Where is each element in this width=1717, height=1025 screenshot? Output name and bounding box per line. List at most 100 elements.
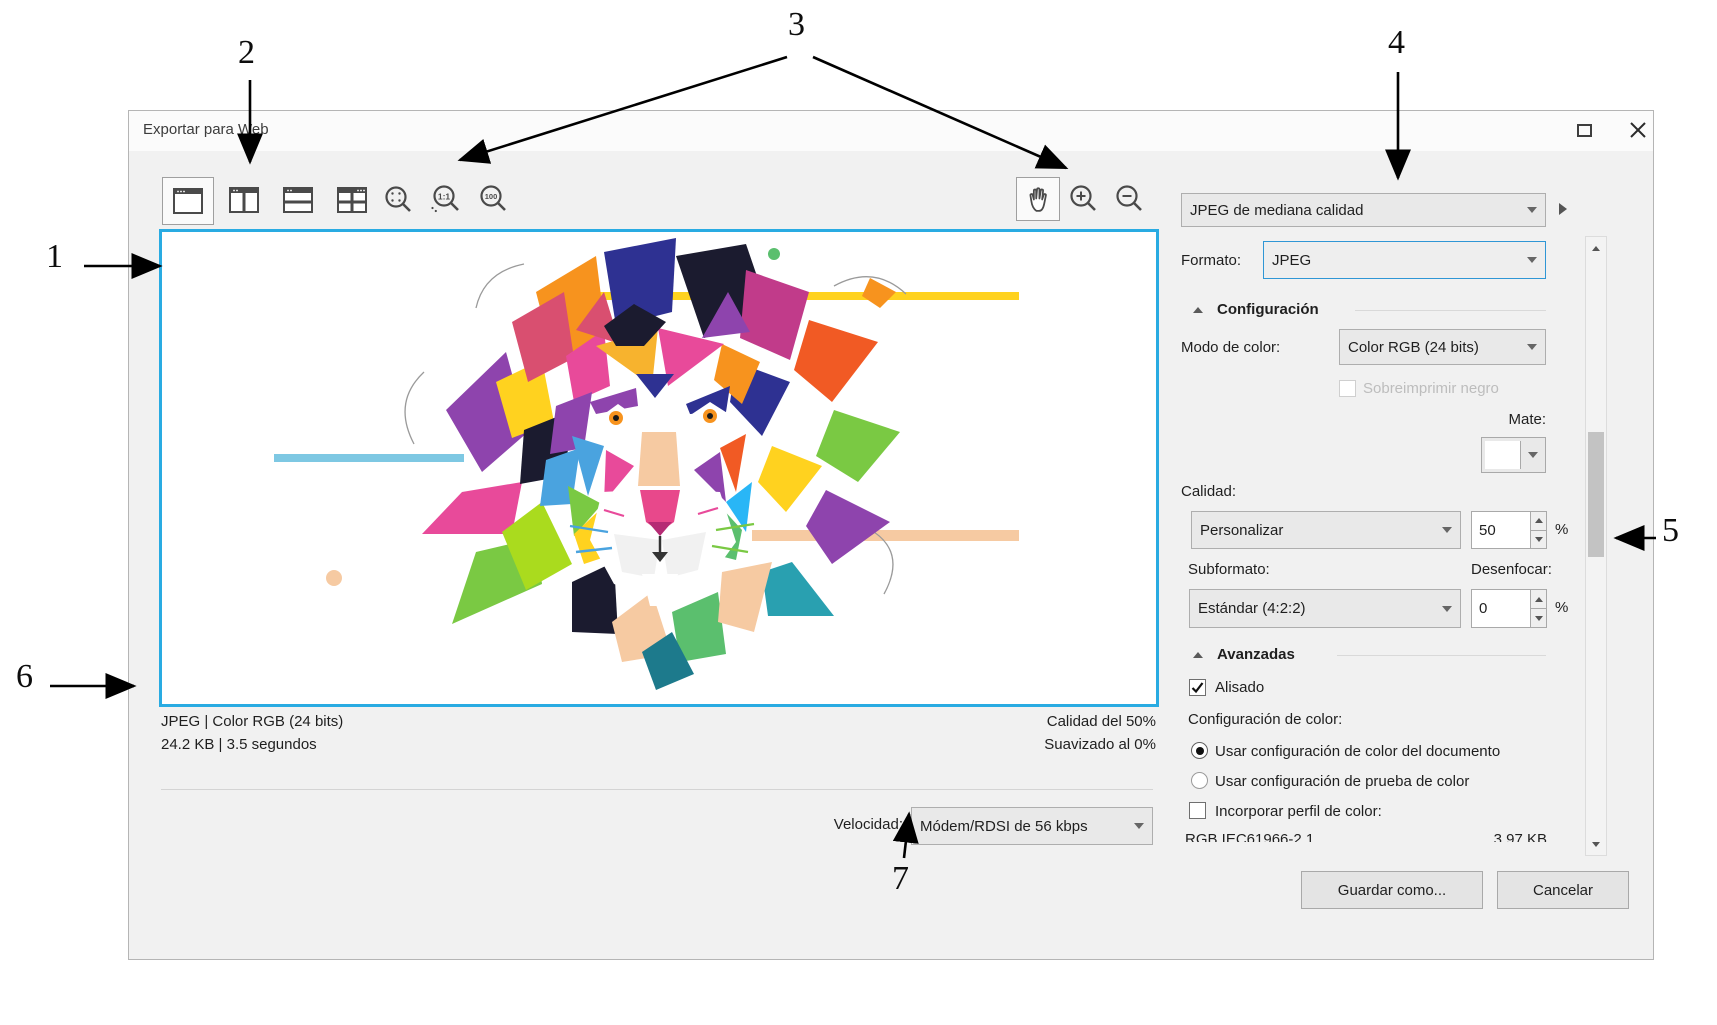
four-panes-icon xyxy=(337,187,367,213)
preview-single-pane-button[interactable] xyxy=(162,177,214,225)
callout-4: 4 xyxy=(1388,24,1405,61)
speed-dropdown[interactable]: Módem/RDSI de 56 kbps xyxy=(911,807,1153,845)
svg-text:100: 100 xyxy=(485,192,498,201)
subformat-value: Estándar (4:2:2) xyxy=(1198,600,1306,617)
spinner-down-button[interactable] xyxy=(1531,609,1546,627)
use-proof-color-radio[interactable] xyxy=(1191,772,1208,789)
preset-dropdown[interactable]: JPEG de mediana calidad xyxy=(1181,193,1546,227)
chevron-down-icon xyxy=(1134,823,1144,829)
spinner-up-button[interactable] xyxy=(1531,512,1546,531)
preview-two-horizontal-button[interactable] xyxy=(273,177,323,223)
chevron-down-icon xyxy=(1527,207,1537,213)
color-profile-name: RGB IEC61966-2.1 xyxy=(1185,831,1315,842)
blur-spinner[interactable]: 0 xyxy=(1471,589,1547,628)
svg-text:1:1: 1:1 xyxy=(438,192,451,202)
quality-preset-dropdown[interactable]: Personalizar xyxy=(1191,511,1461,549)
zoom-100-button[interactable]: 100 xyxy=(473,179,513,221)
embed-color-profile-checkbox[interactable] xyxy=(1189,802,1206,819)
subformat-label: Subformato: xyxy=(1188,561,1270,578)
format-label: Formato: xyxy=(1181,252,1242,269)
two-vertical-panes-icon xyxy=(229,187,259,213)
quality-label: Calidad: xyxy=(1181,483,1237,500)
callout-5: 5 xyxy=(1662,512,1679,549)
cancel-button[interactable]: Cancelar xyxy=(1497,871,1629,909)
quality-spinner[interactable]: 50 xyxy=(1471,511,1547,549)
panel-scrollbar[interactable] xyxy=(1585,236,1607,856)
section-rule xyxy=(1337,655,1546,656)
save-as-button[interactable]: Guardar como... xyxy=(1301,871,1483,909)
scrollbar-up-button[interactable] xyxy=(1586,237,1606,259)
zoom-1-1-button[interactable]: 1:1 xyxy=(426,179,466,221)
color-settings-label: Configuración de color: xyxy=(1188,711,1343,728)
two-horizontal-panes-icon xyxy=(283,187,313,213)
page: Exportar para Web 1:1 100 JPEG | Color R… xyxy=(0,0,1717,1025)
zoom-out-icon xyxy=(1116,185,1142,211)
format-value: JPEG xyxy=(1272,251,1312,269)
zoom-in-button[interactable] xyxy=(1064,179,1104,219)
chevron-down-icon xyxy=(1528,452,1538,458)
close-icon[interactable] xyxy=(1629,121,1647,139)
configuration-section-header[interactable]: Configuración xyxy=(1217,301,1319,318)
matte-label: Mate: xyxy=(1508,411,1546,428)
dialog-titlebar[interactable] xyxy=(129,111,1653,151)
dialog-title: Exportar para Web xyxy=(143,121,269,138)
preview-four-panes-button[interactable] xyxy=(327,177,377,223)
callout-2: 2 xyxy=(238,34,255,71)
format-dropdown[interactable]: JPEG xyxy=(1263,241,1546,279)
collapse-section-icon[interactable] xyxy=(1193,652,1203,658)
export-for-web-dialog: Exportar para Web 1:1 100 JPEG | Color R… xyxy=(128,110,1654,960)
matte-dropdown-button[interactable] xyxy=(1521,438,1545,472)
preview-pane[interactable] xyxy=(159,229,1159,707)
color-profile-row-clipped: RGB IEC61966-2.1 3.97 KB xyxy=(1185,831,1547,842)
preview-two-vertical-button[interactable] xyxy=(219,177,269,223)
color-profile-size: 3.97 KB xyxy=(1493,831,1547,842)
checkmark-icon xyxy=(1191,682,1204,694)
blur-label: Desenfocar: xyxy=(1471,561,1552,578)
section-rule xyxy=(1355,310,1546,311)
spinner-up-button[interactable] xyxy=(1531,590,1546,609)
use-document-color-label: Usar configuración de color del document… xyxy=(1215,743,1501,760)
blur-spinner-value[interactable]: 0 xyxy=(1471,589,1531,628)
chevron-down-icon xyxy=(1527,344,1537,350)
quality-spinner-value[interactable]: 50 xyxy=(1471,511,1531,549)
matte-color-picker[interactable] xyxy=(1481,437,1546,473)
overprint-black-checkbox[interactable] xyxy=(1339,380,1356,397)
preset-flyout-button[interactable] xyxy=(1559,203,1567,215)
zoom-100-icon: 100 xyxy=(480,185,506,211)
preview-size-time-info: 24.2 KB | 3.5 segundos xyxy=(161,736,317,753)
preview-smoothing-info: Suavizado al 0% xyxy=(1044,736,1156,753)
overprint-black-label: Sobreimprimir negro xyxy=(1363,380,1499,397)
scrollbar-down-button[interactable] xyxy=(1586,833,1606,855)
zoom-1-1-icon: 1:1 xyxy=(431,185,459,213)
scrollbar-thumb[interactable] xyxy=(1588,432,1604,557)
preview-quality-info: Calidad del 50% xyxy=(1046,713,1156,730)
speed-value: Módem/RDSI de 56 kbps xyxy=(920,817,1088,835)
radio-dot xyxy=(1195,746,1204,755)
speed-label: Velocidad: xyxy=(833,816,903,833)
subformat-dropdown[interactable]: Estándar (4:2:2) xyxy=(1189,589,1461,628)
pan-tool-button[interactable] xyxy=(1016,177,1060,221)
spinner-down-icon xyxy=(1534,615,1543,621)
zoom-out-button[interactable] xyxy=(1110,179,1150,219)
scroll-down-icon xyxy=(1592,841,1600,847)
scroll-up-icon xyxy=(1592,245,1600,251)
chevron-down-icon xyxy=(1442,527,1452,533)
use-document-color-radio[interactable] xyxy=(1191,742,1208,759)
quality-preset-value: Personalizar xyxy=(1200,521,1284,539)
color-mode-value: Color RGB (24 bits) xyxy=(1348,338,1479,356)
spinner-up-icon xyxy=(1534,596,1543,602)
antialias-checkbox[interactable] xyxy=(1189,679,1206,696)
zoom-to-fit-button[interactable] xyxy=(379,179,419,221)
spinner-down-button[interactable] xyxy=(1531,531,1546,549)
callout-6: 6 xyxy=(16,658,33,695)
preview-format-info: JPEG | Color RGB (24 bits) xyxy=(161,713,344,730)
single-pane-icon xyxy=(173,188,203,214)
spinner-up-icon xyxy=(1534,518,1543,524)
zoom-in-icon xyxy=(1070,185,1096,211)
collapse-section-icon[interactable] xyxy=(1193,307,1203,313)
maximize-icon[interactable] xyxy=(1577,124,1592,137)
callout-3: 3 xyxy=(788,6,805,43)
advanced-section-header[interactable]: Avanzadas xyxy=(1217,646,1295,663)
color-mode-dropdown[interactable]: Color RGB (24 bits) xyxy=(1339,329,1546,365)
preset-value: JPEG de mediana calidad xyxy=(1190,201,1364,219)
